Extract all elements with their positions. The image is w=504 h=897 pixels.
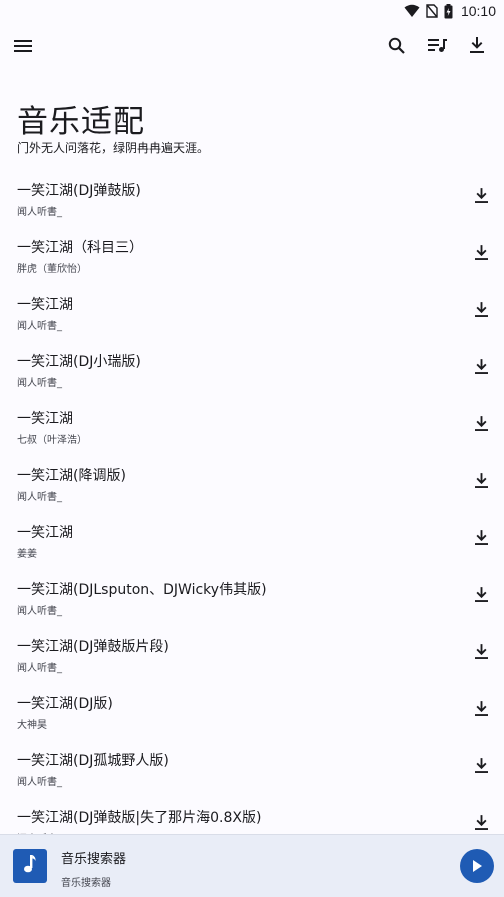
wifi-icon (404, 4, 420, 18)
download-icon (474, 245, 488, 265)
song-download-button[interactable] (466, 753, 496, 783)
song-list-item[interactable]: 一笑江湖(DJ弹鼓版) 闻人听書_ (0, 171, 504, 228)
song-artist: 姜姜 (17, 549, 37, 560)
song-title: 一笑江湖(DJ小瑞版) (17, 354, 141, 370)
download-icon (474, 530, 488, 550)
song-artist: 闻人听書_ (17, 321, 62, 332)
music-note-icon (23, 854, 37, 878)
song-title: 一笑江湖(DJ孤城野人版) (17, 753, 169, 769)
song-list-item[interactable]: 一笑江湖（科目三） 胖虎（董欣怡） (0, 228, 504, 285)
song-title: 一笑江湖(降调版) (17, 468, 126, 484)
song-download-button[interactable] (466, 411, 496, 441)
mini-player[interactable]: 音乐搜索器 音乐搜索器 (0, 834, 504, 897)
song-artist: 胖虎（董欣怡） (17, 264, 87, 275)
no-sim-icon (426, 4, 438, 18)
album-cover[interactable] (13, 849, 47, 883)
song-artist: 闻人听書_ (17, 663, 62, 674)
song-list-item[interactable]: 一笑江湖(降调版) 闻人听書_ (0, 456, 504, 513)
song-title: 一笑江湖 (17, 297, 73, 313)
download-icon (474, 815, 488, 835)
song-list-item[interactable]: 一笑江湖(DJ版) 大神昊 (0, 684, 504, 741)
song-title: 一笑江湖(DJ弹鼓版|失了那片海0.8X版) (17, 810, 262, 826)
song-title: 一笑江湖(DJ弹鼓版片段) (17, 639, 169, 655)
song-artist: 闻人听書_ (17, 492, 62, 503)
song-download-button[interactable] (466, 582, 496, 612)
song-title: 一笑江湖(DJ弹鼓版) (17, 183, 141, 199)
status-bar: 10:10 (0, 0, 504, 22)
song-download-button[interactable] (466, 639, 496, 669)
clock: 10:10 (460, 3, 496, 19)
song-list-item[interactable]: 一笑江湖(DJLsputon、DJWicky伟其版) 闻人听書_ (0, 570, 504, 627)
download-icon (474, 644, 488, 664)
download-icon (470, 36, 484, 58)
song-list-item[interactable]: 一笑江湖(DJ孤城野人版) 闻人听書_ (0, 741, 504, 798)
song-download-button[interactable] (466, 354, 496, 384)
song-list-item[interactable]: 一笑江湖 姜姜 (0, 513, 504, 570)
download-button[interactable] (458, 28, 496, 66)
player-title: 音乐搜索器 (61, 852, 127, 867)
download-icon (474, 302, 488, 322)
song-download-button[interactable] (466, 297, 496, 327)
song-download-button[interactable] (466, 525, 496, 555)
play-button[interactable] (460, 849, 494, 883)
song-download-button[interactable] (466, 240, 496, 270)
search-button[interactable] (377, 28, 415, 66)
download-icon (474, 188, 488, 208)
song-artist: 七叔（叶泽浩） (17, 435, 87, 446)
page-subtitle: 门外无人问落花，绿阴冉冉遍天涯。 (17, 141, 210, 155)
download-icon (474, 416, 488, 436)
download-icon (474, 587, 488, 607)
song-download-button[interactable] (466, 696, 496, 726)
song-artist: 闻人听書_ (17, 777, 62, 788)
song-title: 一笑江湖(DJ版) (17, 696, 113, 712)
playlist-icon (427, 38, 447, 57)
song-title: 一笑江湖(DJLsputon、DJWicky伟其版) (17, 582, 267, 598)
search-icon (388, 37, 405, 58)
song-title: 一笑江湖 (17, 525, 73, 541)
song-list-item[interactable]: 一笑江湖七叔（叶泽浩） (0, 399, 504, 456)
song-list-item[interactable]: 一笑江湖(DJ小瑞版) 闻人听書_ (0, 342, 504, 399)
song-download-button[interactable] (466, 810, 496, 835)
playlist-button[interactable] (418, 28, 456, 66)
toolbar (0, 28, 504, 66)
song-artist: 闻人听書_ (17, 606, 62, 617)
download-icon (474, 758, 488, 778)
menu-button[interactable] (4, 28, 42, 66)
battery-charging-icon (444, 3, 453, 19)
song-artist: 闻人听書_ (17, 207, 62, 218)
download-icon (474, 701, 488, 721)
song-list-item[interactable]: 一笑江湖(DJ弹鼓版片段) 闻人听書_ (0, 627, 504, 684)
download-icon (474, 359, 488, 379)
song-list-item[interactable]: 一笑江湖(DJ弹鼓版|失了那片海0.8X版)闻人听書_ (0, 798, 504, 835)
song-artist: 大神昊 (17, 720, 47, 731)
song-artist: 闻人听書_ (17, 378, 62, 389)
song-list-item[interactable]: 一笑江湖闻人听書_ (0, 285, 504, 342)
play-icon (472, 857, 482, 876)
song-title: 一笑江湖 (17, 411, 73, 427)
song-list: 一笑江湖(DJ弹鼓版) 闻人听書_ 一笑江湖（科目三） 胖虎（董欣怡） 一笑江湖 闻人听書… (0, 171, 504, 835)
download-icon (474, 473, 488, 493)
page-title: 音乐适配 (17, 104, 145, 140)
song-download-button[interactable] (466, 468, 496, 498)
song-title: 一笑江湖（科目三） (17, 240, 143, 256)
song-download-button[interactable] (466, 183, 496, 213)
menu-icon (14, 38, 32, 57)
player-subtitle: 音乐搜索器 (61, 878, 111, 889)
